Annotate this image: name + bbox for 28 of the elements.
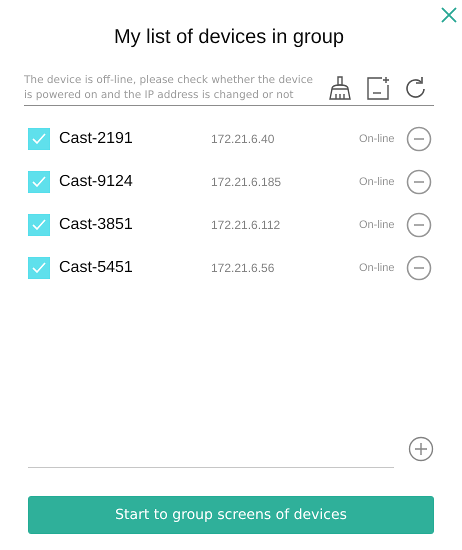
notice-text: The device is off-line, please check whether the device is powered on and the IP address is changed or not [24, 73, 314, 103]
dialog-title: My list of devices in group [112, 26, 346, 49]
remove-icon[interactable] [406, 169, 432, 195]
device-ip: 172.21.6.40 [211, 132, 276, 146]
refresh-icon[interactable] [404, 75, 428, 101]
broom-icon[interactable] [328, 75, 352, 101]
checkbox[interactable] [28, 128, 50, 150]
device-status: On-line [359, 133, 396, 145]
remove-icon[interactable] [406, 212, 432, 238]
device-status: On-line [359, 262, 396, 274]
add-screen-icon[interactable] [366, 75, 390, 101]
device-ip: 172.21.6.112 [211, 218, 282, 232]
start-button[interactable]: Start to group screens of devices [28, 496, 434, 534]
device-ip: 172.21.6.185 [211, 175, 282, 189]
close-icon[interactable] [440, 6, 458, 24]
device-name: Cast-5451 [59, 259, 134, 277]
checkbox[interactable] [28, 214, 50, 236]
device-status: On-line [359, 176, 396, 188]
device-ip: 172.21.6.56 [211, 261, 276, 275]
device-name: Cast-2191 [59, 130, 134, 148]
device-name: Cast-3851 [59, 216, 134, 234]
add-icon[interactable] [408, 436, 434, 462]
remove-icon[interactable] [406, 126, 432, 152]
remove-icon[interactable] [406, 255, 432, 281]
device-status: On-line [359, 219, 396, 231]
checkbox[interactable] [28, 171, 50, 193]
checkbox[interactable] [28, 257, 50, 279]
device-name: Cast-9124 [59, 173, 134, 191]
